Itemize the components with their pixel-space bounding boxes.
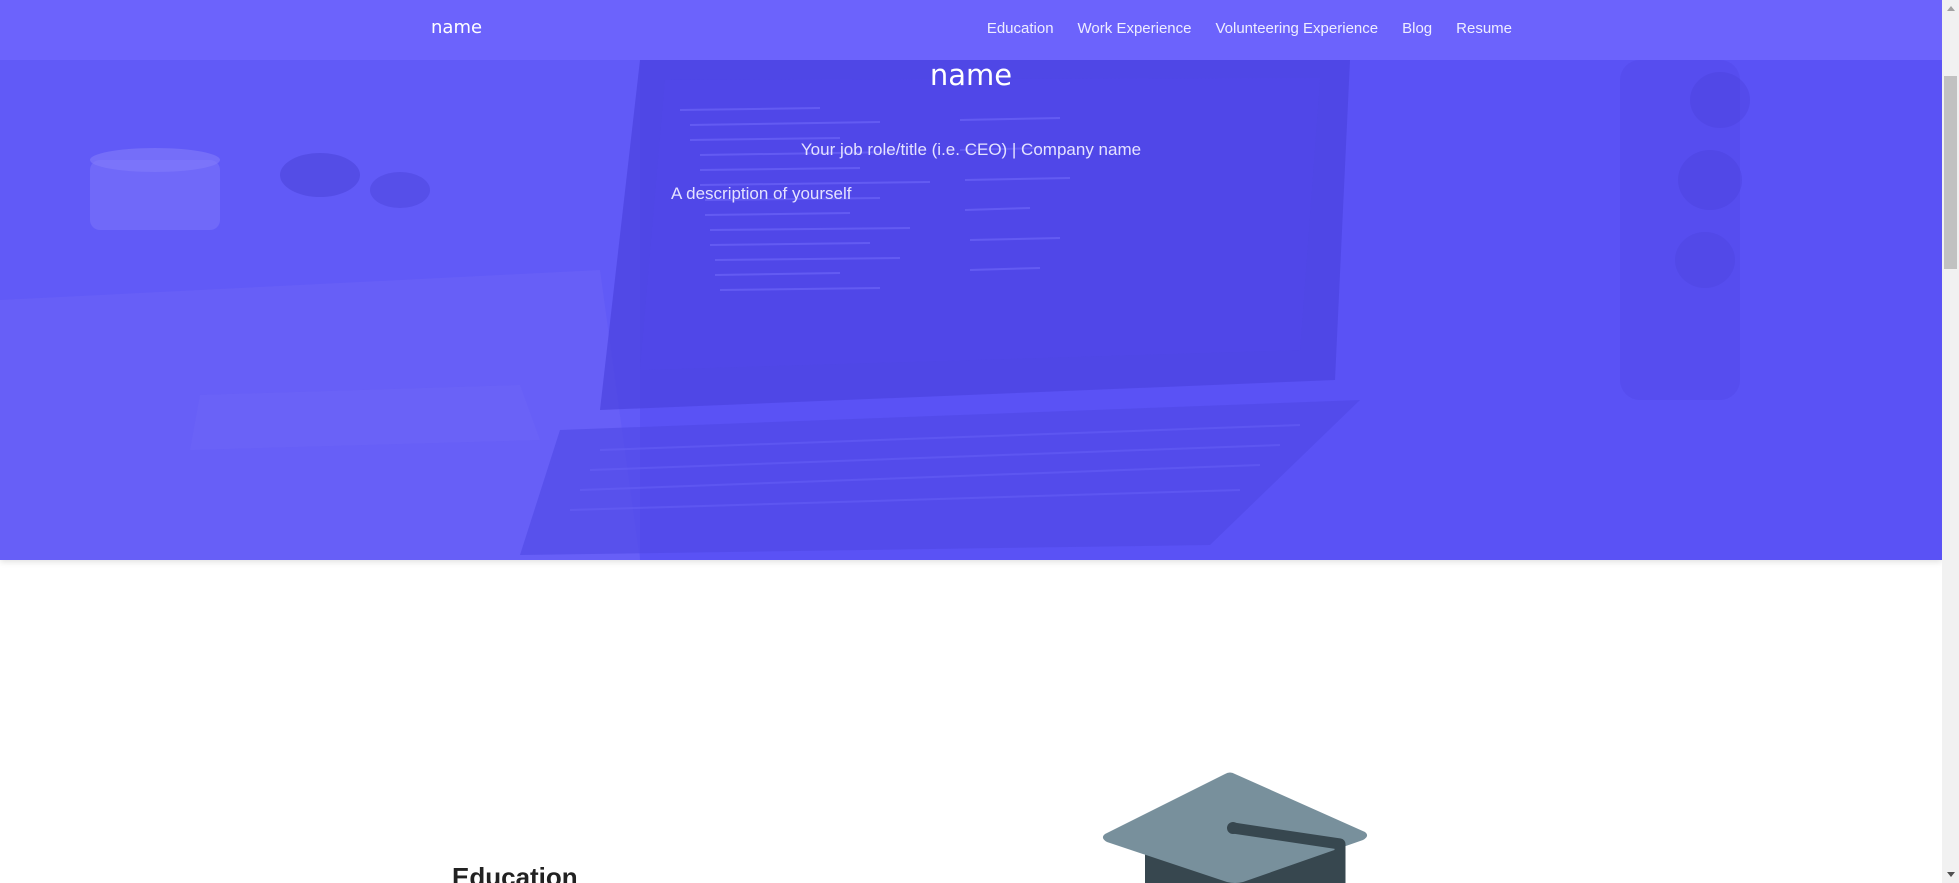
nav-links: Education Work Experience Volunteering E… <box>987 20 1512 37</box>
nav-link-work-experience[interactable]: Work Experience <box>1078 20 1192 37</box>
scrollbar-thumb[interactable] <box>1944 76 1957 269</box>
hero-description: A description of yourself <box>671 184 852 203</box>
graduation-cap-icon <box>1102 772 1368 883</box>
hero-section: name Your job role/title (i.e. CEO) | Co… <box>0 0 1942 560</box>
hero-job-role: Your job role/title (i.e. CEO) | Company… <box>800 140 1142 159</box>
nav-link-education[interactable]: Education <box>987 20 1054 37</box>
hero-title: name <box>929 58 1013 92</box>
page: name Your job role/title (i.e. CEO) | Co… <box>0 0 1942 883</box>
scroll-up-arrow-icon[interactable] <box>1942 0 1959 17</box>
nav-link-resume[interactable]: Resume <box>1456 20 1512 37</box>
scroll-down-arrow-icon[interactable] <box>1942 866 1959 883</box>
vertical-scrollbar[interactable] <box>1942 0 1959 883</box>
brand-link[interactable]: name <box>431 17 482 38</box>
education-heading: Education <box>452 862 578 883</box>
nav-link-volunteering-experience[interactable]: Volunteering Experience <box>1215 20 1378 37</box>
top-navbar: name Education Work Experience Volunteer… <box>0 0 1942 60</box>
nav-link-blog[interactable]: Blog <box>1402 20 1432 37</box>
